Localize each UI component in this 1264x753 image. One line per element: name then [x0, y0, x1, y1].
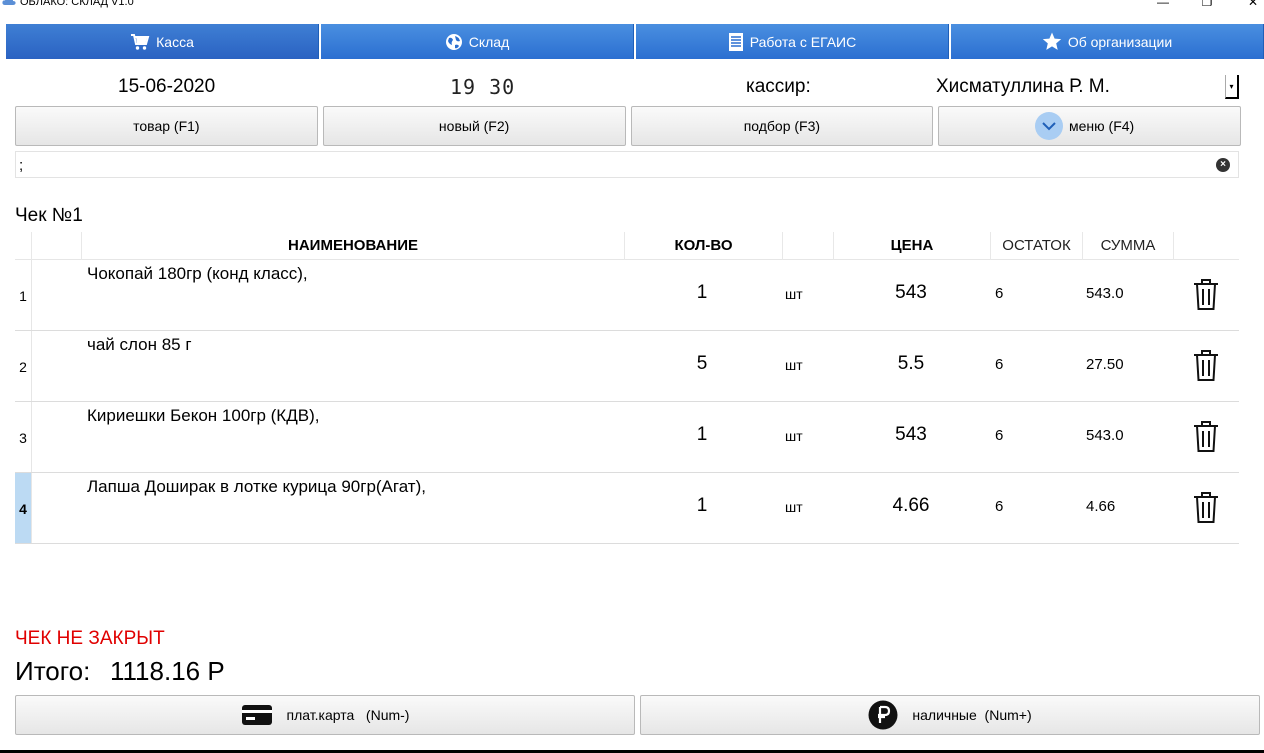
main-nav-tabs: Касса Склад Работа с ЕГАИС Об организаци…	[6, 24, 1264, 59]
tab-organization[interactable]: Об организации	[951, 24, 1264, 59]
column-header-qty: КОЛ-ВО	[625, 232, 783, 260]
star-icon	[1042, 32, 1062, 50]
table-row[interactable]: 1 Чокопай 180гр (конд класс), 1 шт 543 6…	[15, 260, 1239, 331]
close-button[interactable]: ✕	[1246, 0, 1260, 10]
column-header-price: ЦЕНА	[834, 232, 991, 260]
table-row[interactable]: 2 чай слон 85 г 5 шт 5.5 6 27.50	[15, 331, 1239, 402]
dropdown-arrow-icon[interactable]: ▾	[1225, 75, 1239, 99]
item-name: Кириешки Бекон 100гр (КДВ),	[87, 406, 320, 425]
date-display: 15-06-2020	[118, 76, 216, 97]
window-title: ОБЛАКО: СКЛАД V1.0	[20, 0, 134, 8]
menu-button[interactable]: меню (F4)	[938, 106, 1241, 146]
tab-label: Работа с ЕГАИС	[749, 33, 857, 50]
item-qty[interactable]: 1	[655, 495, 749, 517]
item-name: Чокопай 180гр (конд класс),	[87, 264, 308, 283]
tab-egais[interactable]: Работа с ЕГАИС	[636, 24, 949, 59]
item-unit: шт	[785, 286, 803, 302]
item-sum: 543.0	[1086, 427, 1124, 444]
cashier-name: Хисматуллина Р. М.	[936, 76, 1110, 97]
column-header-delete	[1174, 232, 1239, 260]
maximize-button[interactable]: ❐	[1200, 0, 1214, 10]
barcode-input-field: ×	[15, 151, 1239, 178]
button-label: товар (F1)	[133, 118, 200, 134]
total-value: 1118.16 Р	[110, 656, 225, 686]
tab-label: Касса	[156, 33, 194, 50]
item-unit: шт	[785, 357, 803, 373]
cart-icon	[131, 33, 150, 50]
globe-icon	[445, 33, 462, 50]
tab-cashier[interactable]: Касса	[6, 24, 319, 59]
row-number: 1	[15, 260, 32, 330]
item-qty[interactable]: 1	[655, 424, 749, 446]
item-price[interactable]: 4.66	[861, 495, 961, 517]
item-name: чай слон 85 г	[87, 335, 192, 354]
table-row[interactable]: 3 Кириешки Бекон 100гр (КДВ), 1 шт 543 6…	[15, 402, 1239, 473]
row-number: 4	[15, 473, 32, 543]
item-sum: 4.66	[1086, 498, 1116, 515]
item-unit: шт	[785, 499, 803, 515]
trash-icon[interactable]	[1191, 348, 1221, 382]
minimize-button[interactable]: —	[1156, 0, 1170, 10]
item-name: Лапша Доширак в лотке курица 90гр(Агат),	[87, 477, 426, 496]
button-label: новый (F2)	[438, 118, 510, 134]
item-unit: шт	[785, 428, 803, 444]
item-sum: 543.0	[1086, 285, 1124, 302]
row-number: 3	[15, 402, 32, 472]
tab-label: Об организации	[1067, 33, 1173, 50]
column-header-blank	[32, 232, 82, 260]
trash-icon[interactable]	[1191, 277, 1221, 311]
item-stock: 6	[995, 356, 1004, 373]
item-qty[interactable]: 1	[655, 282, 749, 304]
item-price[interactable]: 543	[861, 282, 961, 304]
document-icon	[728, 32, 743, 51]
table-row[interactable]: 4 Лапша Доширак в лотке курица 90гр(Агат…	[15, 473, 1239, 544]
table-header: НАИМЕНОВАНИЕ КОЛ-ВО ЦЕНА ОСТАТОК СУММА	[15, 232, 1239, 260]
item-stock: 6	[995, 285, 1004, 302]
trash-icon[interactable]	[1191, 490, 1221, 524]
button-label: плат.карта (Num-)	[286, 707, 410, 723]
cashier-label: кассир:	[746, 76, 811, 97]
tab-warehouse[interactable]: Склад	[321, 24, 634, 59]
receipt-table: НАИМЕНОВАНИЕ КОЛ-ВО ЦЕНА ОСТАТОК СУММА 1…	[15, 232, 1239, 544]
receipt-title: Чек №1	[15, 205, 83, 226]
cashier-select[interactable]: Хисматуллина Р. М. ▾	[936, 74, 1240, 100]
button-label: подбор (F3)	[743, 118, 821, 134]
action-bar: товар (F1) новый (F2) подбор (F3) меню (…	[15, 106, 1241, 146]
column-header-number	[15, 232, 32, 260]
trash-icon[interactable]	[1191, 419, 1221, 453]
item-price[interactable]: 5.5	[861, 353, 961, 375]
new-button[interactable]: новый (F2)	[322, 106, 626, 146]
cloud-icon	[2, 0, 16, 5]
column-header-stock: ОСТАТОК	[991, 232, 1083, 260]
column-header-unit	[783, 232, 834, 260]
time-display: 19 30	[450, 75, 516, 99]
column-header-name: НАИМЕНОВАНИЕ	[82, 232, 625, 260]
item-sum: 27.50	[1086, 356, 1124, 373]
ruble-icon	[868, 700, 898, 730]
column-header-sum: СУММА	[1083, 232, 1174, 260]
pay-cash-button[interactable]: наличные (Num+)	[640, 695, 1260, 735]
button-label: наличные (Num+)	[912, 707, 1032, 723]
row-number: 2	[15, 331, 32, 401]
item-qty[interactable]: 5	[655, 353, 749, 375]
credit-card-icon	[241, 705, 272, 725]
item-stock: 6	[995, 427, 1004, 444]
product-button[interactable]: товар (F1)	[15, 106, 318, 146]
selection-button[interactable]: подбор (F3)	[630, 106, 934, 146]
pay-card-button[interactable]: плат.карта (Num-)	[15, 695, 635, 735]
tab-label: Склад	[468, 33, 510, 50]
button-label: меню (F4)	[1069, 118, 1135, 134]
barcode-input[interactable]	[19, 154, 1209, 176]
item-stock: 6	[995, 498, 1004, 515]
clear-icon[interactable]: ×	[1216, 158, 1230, 172]
title-bar: ОБЛАКО: СКЛАД V1.0 — ❐ ✕	[0, 0, 1264, 22]
chevron-down-icon	[1035, 112, 1064, 140]
item-price[interactable]: 543	[861, 424, 961, 446]
receipt-status: ЧЕК НЕ ЗАКРЫТ	[15, 628, 165, 649]
total-label: Итого:	[15, 656, 91, 686]
